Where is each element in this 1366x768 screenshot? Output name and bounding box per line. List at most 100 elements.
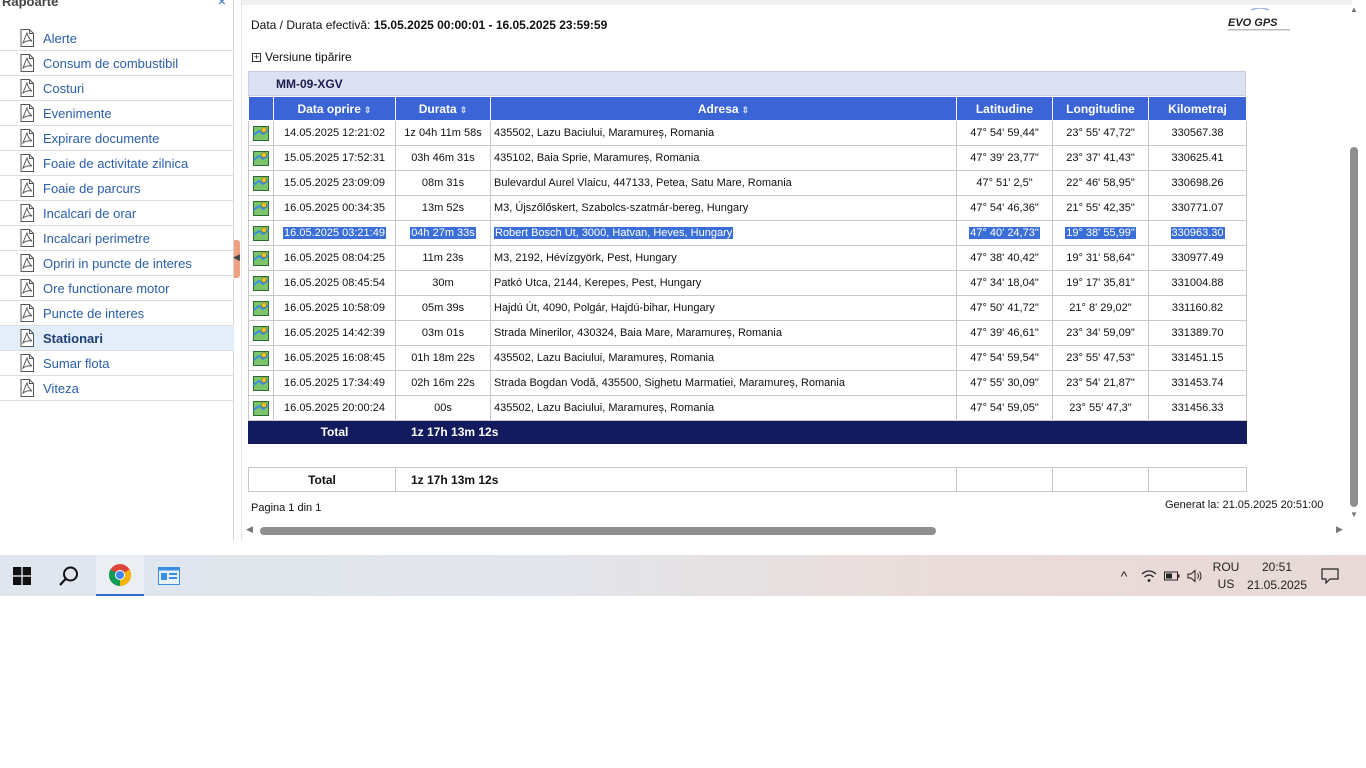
logo-text: EVO GPS: [1228, 17, 1278, 29]
table-row[interactable]: 16.05.2025 08:45:54 30m Patkó Utca, 2144, …: [248, 270, 1247, 296]
vehicle-plate: MM-09-XGV: [276, 76, 343, 91]
chrome-taskbar-button[interactable]: [96, 555, 144, 596]
scroll-left-icon[interactable]: ◀: [246, 524, 253, 535]
sidebar-item-expirare-documente[interactable]: Expirare documente: [0, 126, 234, 151]
sidebar-item-evenimente[interactable]: Evenimente: [0, 101, 234, 126]
cell-km-text: 330963.30: [1170, 227, 1225, 239]
cell-duration: 03h 46m 31s: [395, 145, 491, 171]
cell-address: Strada Bogdan Vodă, 435500, Sighetu Marm…: [490, 370, 957, 396]
sidebar-item-viteza[interactable]: Viteza: [0, 376, 234, 401]
cell-km-text: 331453.74: [1171, 377, 1224, 389]
map-icon[interactable]: [248, 345, 274, 371]
language-indicator[interactable]: ROU US: [1208, 555, 1244, 596]
cell-address-text: 435502, Lazu Baciului, Maramureș, Romani…: [494, 352, 715, 364]
system-clock[interactable]: 20:51 21.05.2025: [1246, 555, 1308, 596]
table-row[interactable]: 16.05.2025 08:04:25 11m 23s M3, 2192, Héví…: [248, 245, 1247, 271]
sidebar-collapse-handle[interactable]: ◀: [233, 240, 240, 278]
sidebar-item-costuri[interactable]: Costuri: [0, 76, 234, 101]
cell-address: 435502, Lazu Baciului, Maramureș, Romani…: [490, 120, 957, 146]
column-header-longitude: Longitudine: [1052, 96, 1149, 121]
map-icon[interactable]: [248, 395, 274, 421]
grand-total-table: Total 1z 17h 13m 12s: [248, 467, 1247, 492]
table-row[interactable]: 16.05.2025 16:08:45 01h 18m 22s 435502, La…: [248, 345, 1247, 371]
volume-icon[interactable]: [1185, 555, 1205, 596]
cell-duration: 00s: [395, 395, 491, 421]
pdf-document-icon: [20, 329, 34, 347]
network-icon[interactable]: [1139, 555, 1159, 596]
sidebar-item-incalcari-perimetre[interactable]: Incalcari perimetre: [0, 226, 234, 251]
table-row[interactable]: 16.05.2025 03:21:49 04h 27m 33s Robert Bos…: [248, 220, 1247, 246]
sidebar-item-foaie-de-parcurs[interactable]: Foaie de parcurs: [0, 176, 234, 201]
cell-lat: 47° 38' 40,42": [956, 245, 1053, 271]
map-icon[interactable]: [248, 295, 274, 321]
column-header-address[interactable]: Adresa ⇕: [490, 96, 957, 121]
table-row[interactable]: 16.05.2025 10:58:09 05m 39s Hajdú Út, 4090…: [248, 295, 1247, 321]
start-button[interactable]: [0, 555, 44, 596]
column-header-duration[interactable]: Durata ⇕: [395, 96, 491, 121]
cell-date: 15.05.2025 23:09:09: [273, 170, 396, 196]
sidebar-item-foaie-de-activitate-zilnica[interactable]: Foaie de activitate zilnica: [0, 151, 234, 176]
cell-date-text: 15.05.2025 17:52:31: [284, 152, 385, 164]
sidebar-item-label: Consum de combustibil: [43, 55, 179, 71]
window-app-icon: [158, 566, 180, 585]
map-icon[interactable]: [248, 170, 274, 196]
cell-lat-text: 47° 39' 46,61": [970, 327, 1039, 339]
sidebar-item-puncte-de-interes[interactable]: Puncte de interes: [0, 301, 234, 326]
sidebar-item-opriri-in-puncte-de-interes[interactable]: Opriri in puncte de interes: [0, 251, 234, 276]
map-icon[interactable]: [248, 370, 274, 396]
cell-date: 14.05.2025 12:21:02: [273, 120, 396, 146]
map-icon[interactable]: [248, 320, 274, 346]
sort-icon[interactable]: ⇕: [460, 105, 468, 115]
show-hidden-icons-chevron-icon[interactable]: ^: [1114, 555, 1134, 596]
sidebar-item-sumar-flota[interactable]: Sumar flota: [0, 351, 234, 376]
table-row[interactable]: 16.05.2025 17:34:49 02h 16m 22s Strada Bog…: [248, 370, 1247, 396]
sort-icon[interactable]: ⇕: [742, 105, 750, 115]
cell-date: 16.05.2025 00:34:35: [273, 195, 396, 221]
app-taskbar-button[interactable]: [146, 555, 192, 596]
sidebar-item-alerte[interactable]: Alerte: [0, 26, 234, 51]
sidebar-item-incalcari-de-orar[interactable]: Incalcari de orar: [0, 201, 234, 226]
map-icon[interactable]: [248, 145, 274, 171]
sidebar-item-stationari[interactable]: Stationari: [0, 326, 234, 351]
table-row[interactable]: 16.05.2025 14:42:39 03m 01s Strada Mineril…: [248, 320, 1247, 346]
grand-total-duration: 1z 17h 13m 12s: [395, 467, 957, 492]
cell-lon-text: 23° 34' 59,09": [1066, 327, 1135, 339]
notification-center-icon[interactable]: [1316, 555, 1344, 596]
table-header-row: Data oprire ⇕ Durata ⇕ Adresa ⇕ Latitudine …: [248, 96, 1247, 121]
date-header-label: Data oprire: [297, 101, 361, 116]
table-row[interactable]: 14.05.2025 12:21:02 1z 04h 11m 58s 435502,…: [248, 120, 1247, 146]
table-row[interactable]: 15.05.2025 23:09:09 08m 31s Bulevardul Aur…: [248, 170, 1247, 196]
scroll-right-icon[interactable]: ▶: [1336, 524, 1343, 535]
sidebar-item-consum-de-combustibil[interactable]: Consum de combustibil: [0, 51, 234, 76]
map-icon[interactable]: [248, 120, 274, 146]
horizontal-scrollbar[interactable]: ◀ ▶: [246, 524, 1346, 538]
table-row[interactable]: 16.05.2025 20:00:24 00s 435502, Lazu Baciu…: [248, 395, 1247, 421]
table-row[interactable]: 15.05.2025 17:52:31 03h 46m 31s 435102, Ba…: [248, 145, 1247, 171]
cell-duration-text: 05m 39s: [421, 302, 465, 314]
table-row[interactable]: 16.05.2025 00:34:35 13m 52s M3, Újszőlőske…: [248, 195, 1247, 221]
print-version-toggle[interactable]: + Versiune tipărire: [252, 50, 352, 64]
map-icon[interactable]: [248, 270, 274, 296]
column-header-date[interactable]: Data oprire ⇕: [273, 96, 396, 121]
vertical-scrollbar[interactable]: ▲ ▼: [1347, 5, 1361, 520]
scroll-down-icon[interactable]: ▼: [1350, 510, 1358, 519]
pdf-document-icon: [20, 304, 34, 322]
cell-km: 330771.07: [1148, 195, 1247, 221]
battery-icon[interactable]: [1162, 555, 1182, 596]
cell-date: 16.05.2025 20:00:24: [273, 395, 396, 421]
cell-lon: 21° 8' 29,02": [1052, 295, 1149, 321]
cell-lon-text: 23° 37' 41,43": [1066, 152, 1135, 164]
map-icon[interactable]: [248, 245, 274, 271]
horizontal-scroll-thumb[interactable]: [260, 527, 936, 535]
map-icon[interactable]: [248, 195, 274, 221]
vertical-scroll-thumb[interactable]: [1350, 147, 1358, 507]
map-icon[interactable]: [248, 220, 274, 246]
cell-lat: 47° 55' 30,09": [956, 370, 1053, 396]
cell-duration-text: 30m: [432, 277, 454, 289]
search-button[interactable]: [46, 555, 92, 596]
scroll-up-icon[interactable]: ▲: [1350, 5, 1358, 14]
sort-icon[interactable]: ⇕: [364, 105, 372, 115]
sidebar-item-label: Foaie de parcurs: [43, 180, 141, 196]
sidebar-item-ore-functionare-motor[interactable]: Ore functionare motor: [0, 276, 234, 301]
sidebar-close-icon[interactable]: ×: [218, 0, 226, 9]
